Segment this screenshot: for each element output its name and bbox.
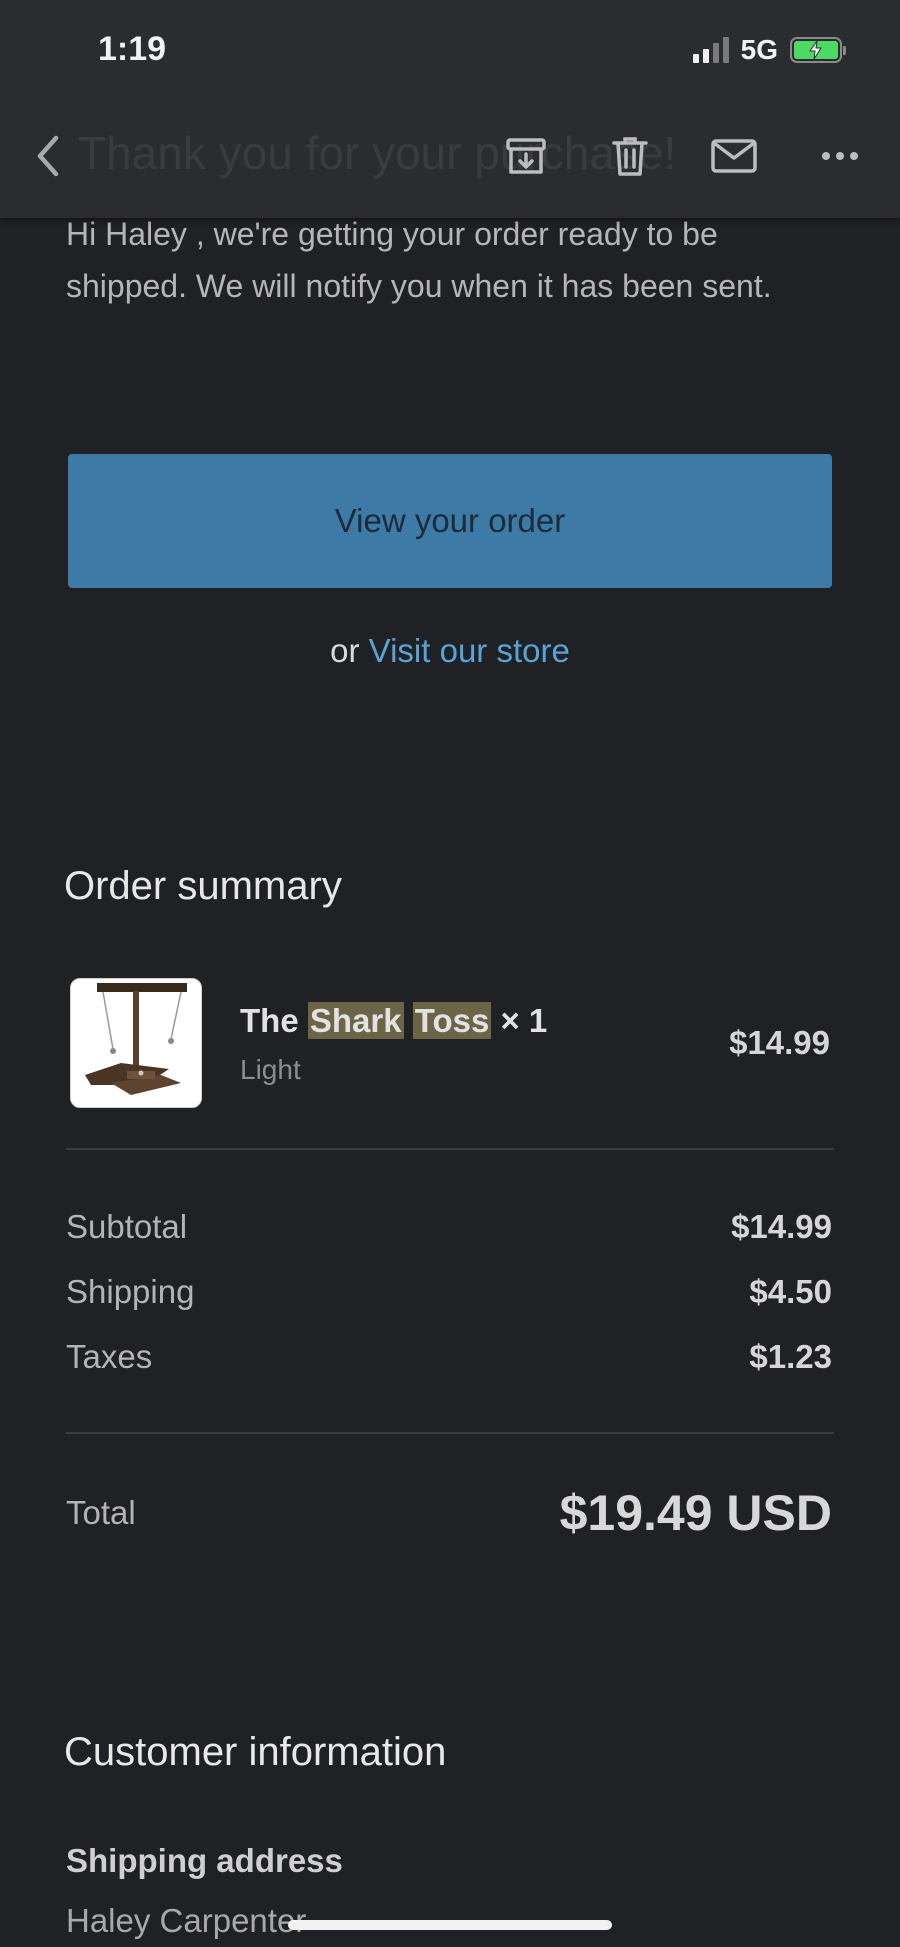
product-price: $14.99 (729, 1024, 830, 1061)
customer-info-title: Customer information (64, 1730, 447, 1774)
greeting-text: Hi Haley , we're getting your order read… (66, 216, 772, 304)
taxes-value: $1.23 (749, 1338, 832, 1375)
store-line: or Visit our store (0, 632, 900, 670)
product-quantity: × 1 (500, 1002, 548, 1039)
shipping-label: Shipping (66, 1273, 195, 1310)
shipping-name: Haley Carpenter (66, 1902, 307, 1939)
subtotal-label: Subtotal (66, 1208, 188, 1245)
product-variant: Light (240, 1054, 301, 1085)
view-order-button[interactable]: View your order (68, 454, 832, 588)
signal-icon (692, 37, 729, 63)
shipping-value: $4.50 (749, 1273, 832, 1310)
subtotal-value: $14.99 (731, 1208, 832, 1245)
status-time: 1:19 (98, 30, 167, 68)
battery-icon (790, 37, 846, 63)
visit-store-link[interactable]: Visit our store (369, 632, 570, 669)
network-type: 5G (740, 34, 778, 65)
mail-icon[interactable] (706, 132, 762, 180)
email-screen: 1:19 5G Thank you for your purchase! Hi … (0, 0, 900, 1947)
home-indicator[interactable] (288, 1920, 612, 1930)
trash-icon[interactable] (602, 132, 658, 180)
divider (66, 1432, 834, 1434)
more-icon[interactable] (812, 132, 868, 180)
or-text: or (330, 632, 360, 669)
product-image (70, 978, 202, 1108)
divider (66, 1148, 834, 1150)
search-highlight: Shark (307, 1002, 404, 1039)
archive-icon[interactable] (498, 132, 554, 180)
status-indicators: 5G (692, 34, 846, 66)
total-label: Total (66, 1494, 136, 1531)
search-highlight: Toss (412, 1002, 492, 1039)
taxes-label: Taxes (66, 1338, 153, 1375)
back-icon[interactable] (20, 132, 76, 180)
product-name: The Shark Toss × 1 (240, 1002, 548, 1039)
shipping-address-label: Shipping address (66, 1842, 343, 1879)
total-value: $19.49 USD (559, 1485, 832, 1541)
order-summary-title: Order summary (64, 864, 342, 908)
top-bar: 1:19 5G Thank you for your purchase! (0, 0, 900, 218)
